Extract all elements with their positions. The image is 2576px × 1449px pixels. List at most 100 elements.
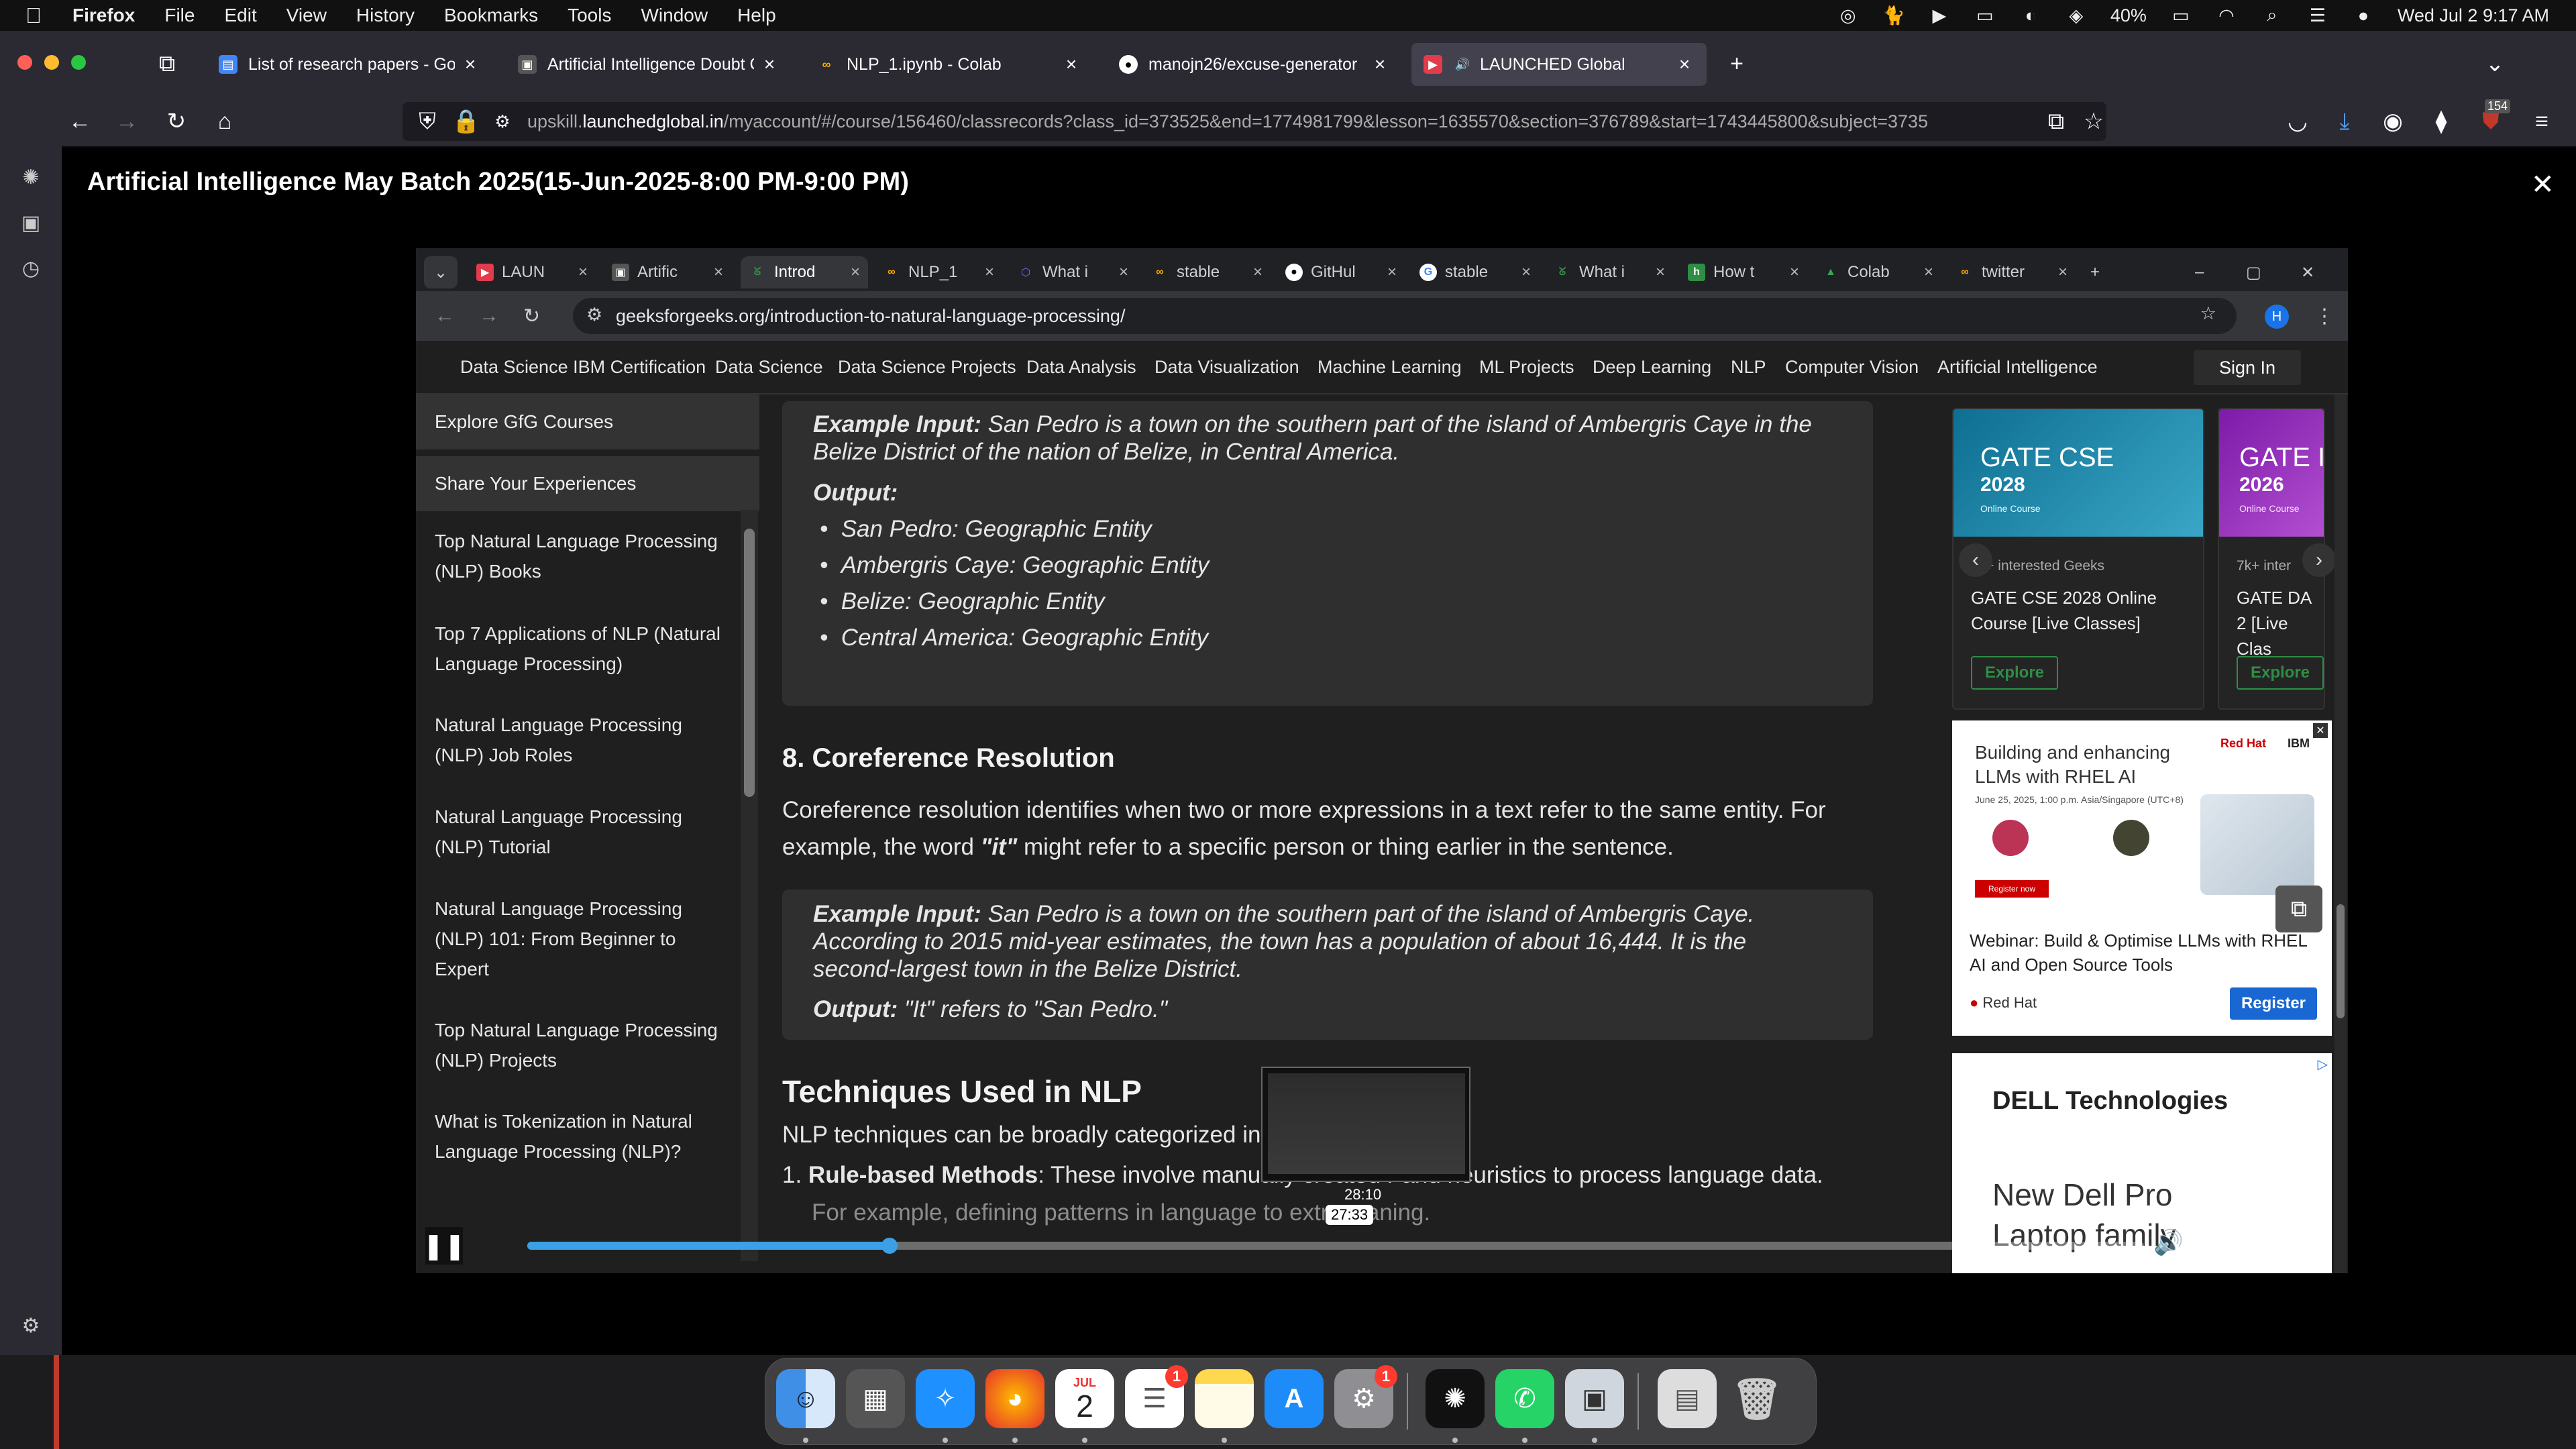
play-status-icon[interactable]: ▶ <box>1928 5 1951 25</box>
tab-close-icon[interactable]: × <box>985 263 994 282</box>
menu-nlp[interactable]: NLP <box>1731 357 1766 378</box>
tab-close-icon[interactable]: × <box>1387 263 1397 282</box>
sidebar-settings-icon[interactable]: ⚙ <box>16 1311 46 1340</box>
app-menu-icon[interactable]: ≡ <box>2525 105 2559 138</box>
chrome-tab[interactable]: ● GitHul × <box>1277 256 1405 288</box>
lock-icon[interactable]: 🔒 <box>449 105 483 138</box>
chrome-profile-avatar[interactable]: H <box>2265 305 2289 329</box>
control-center-icon[interactable]: ☰ <box>2306 5 2329 25</box>
tab-overview-icon[interactable]: ⧉ <box>150 47 184 80</box>
tab-close-icon[interactable]: × <box>714 263 723 282</box>
menu-help[interactable]: Help <box>737 5 776 26</box>
preview-icon[interactable]: ▣ <box>1565 1369 1624 1428</box>
chrome-tab[interactable]: h How t × <box>1680 256 1807 288</box>
pip-icon[interactable]: ⧉ <box>2275 885 2322 932</box>
chrome-minimize-icon[interactable]: – <box>2187 256 2220 288</box>
sidebar-link[interactable]: Top Natural Language Processing (NLP) Pr… <box>435 1015 730 1075</box>
page-scroll-thumb[interactable] <box>2337 904 2345 1018</box>
permissions-icon[interactable]: ⚙ <box>486 105 519 138</box>
tab-close-icon[interactable]: × <box>1253 263 1263 282</box>
synced-tabs-icon[interactable]: ▣ <box>16 208 46 237</box>
notes-icon[interactable] <box>1195 1369 1254 1428</box>
fullscreen-icon[interactable]: ⛶ <box>2308 1227 2326 1256</box>
card-title[interactable]: GATE DA 2 [Live Clas <box>2237 585 2324 661</box>
redhat-ad[interactable]: ✕ Building and enhancing LLMs with RHEL … <box>1952 720 2332 1036</box>
extensions-icon[interactable]: ⧫ <box>2424 105 2458 138</box>
tab-close-icon[interactable]: × <box>460 54 480 75</box>
downloads-icon[interactable]: ⤓ <box>2328 105 2361 138</box>
menu-data-science[interactable]: Data Science <box>715 357 823 378</box>
firefox-tab-active[interactable]: ▶ 🔊 LAUNCHED Global × <box>1411 43 1707 86</box>
chrome-menu-icon[interactable]: ⋮ <box>2314 305 2334 328</box>
chrome-tab[interactable]: ▲ Colab × <box>1814 256 1941 288</box>
bookmark-star-icon[interactable]: ☆ <box>2077 105 2110 138</box>
back-button[interactable]: ← <box>63 105 97 138</box>
menu-window[interactable]: Window <box>641 5 708 26</box>
menu-file[interactable]: File <box>164 5 195 26</box>
account-icon[interactable]: ◉ <box>2376 105 2410 138</box>
tab-close-icon[interactable]: × <box>2058 263 2068 282</box>
chrome-tab[interactable]: ∞ stable × <box>1143 256 1271 288</box>
share-experiences-button[interactable]: Share Your Experiences <box>416 456 759 511</box>
page-scrollbar[interactable] <box>2334 394 2347 1273</box>
tab-close-icon[interactable]: × <box>759 54 780 75</box>
reminders-icon[interactable]: ☰ 1 <box>1125 1365 1188 1428</box>
close-player-button[interactable]: ✕ <box>2531 168 2555 201</box>
window-minimize-button[interactable] <box>44 55 59 70</box>
menu-ai[interactable]: Artificial Intelligence <box>1937 357 2098 378</box>
sidebar-link[interactable]: What is Tokenization in Natural Language… <box>435 1106 730 1167</box>
firefox-tab[interactable]: ∞ NLP_1.ipynb - Colab × <box>805 43 1093 86</box>
transcript-icon[interactable]: ☷ <box>2231 1228 2251 1255</box>
chrome-new-tab-icon[interactable]: + <box>2082 256 2116 288</box>
adchoices-icon[interactable]: ▷ <box>2318 1056 2328 1073</box>
whatsapp-icon[interactable]: ✆ <box>1495 1369 1554 1428</box>
site-info-icon[interactable]: ⚙ <box>586 305 602 325</box>
sidebar-link[interactable]: Natural Language Processing (NLP) Tutori… <box>435 802 730 862</box>
cat-status-icon[interactable]: 🐈 <box>1882 5 1905 25</box>
chrome-tab[interactable]: Gstable × <box>1411 256 1539 288</box>
volume-icon[interactable]: 🔊 <box>2153 1228 2184 1256</box>
home-button[interactable]: ⌂ <box>208 105 241 138</box>
redhat-title[interactable]: Webinar: Build & Optimise LLMs with RHEL… <box>1970 928 2318 977</box>
pocket-icon[interactable]: ◡ <box>2281 105 2314 138</box>
chrome-tab[interactable]: ᘜ What i × <box>1546 256 1673 288</box>
firefox-tab[interactable]: ▤ List of research papers - Googl × <box>207 43 492 86</box>
downloads-stack-icon[interactable]: ▤ <box>1658 1369 1717 1428</box>
chrome-url-bar[interactable]: ⚙ geeksforgeeks.org/introduction-to-natu… <box>573 298 2237 334</box>
tab-close-icon[interactable]: × <box>1674 54 1695 75</box>
chrome-maximize-icon[interactable]: ▢ <box>2238 256 2271 288</box>
explore-button[interactable]: Explore <box>2237 656 2324 690</box>
register-button[interactable]: Register <box>2230 987 2317 1020</box>
menu-app-name[interactable]: Firefox <box>72 5 135 26</box>
chatgpt-status-icon[interactable]: ◎ <box>1837 5 1860 25</box>
chrome-reload-icon[interactable]: ↻ <box>523 305 540 328</box>
tab-close-icon[interactable]: × <box>578 263 588 282</box>
battery-icon[interactable]: ▭ <box>2169 5 2192 25</box>
tracking-shield-icon[interactable]: ⛨ <box>411 105 444 138</box>
menu-edit[interactable]: Edit <box>224 5 256 26</box>
chrome-back-icon[interactable]: ← <box>435 305 455 327</box>
carousel-next-icon[interactable]: › <box>2302 543 2336 577</box>
layers-status-icon[interactable]: ◈ <box>2065 5 2088 25</box>
firefox-tab[interactable]: ▣ Artificial Intelligence Doubt Cle × <box>506 43 792 86</box>
menu-bookmarks[interactable]: Bookmarks <box>444 5 538 26</box>
chrome-tab-list-button[interactable]: ⌄ <box>424 256 458 288</box>
chatgpt-icon[interactable]: ✺ <box>1426 1369 1485 1428</box>
chrome-tab[interactable]: ∞ NLP_1 × <box>875 256 1002 288</box>
speaker-icon[interactable]: 🔊 <box>1453 55 1472 74</box>
explore-courses-button[interactable]: Explore GfG Courses <box>416 394 759 449</box>
menu-view[interactable]: View <box>286 5 327 26</box>
spotlight-search-icon[interactable]: ⌕ <box>2261 5 2284 25</box>
pause-button[interactable]: ❚❚ <box>423 1227 466 1265</box>
safari-icon[interactable]: ✧ <box>916 1369 975 1428</box>
calendar-icon[interactable]: JUL 2 <box>1055 1369 1114 1428</box>
chrome-tab[interactable]: ▣ Artific × <box>604 256 731 288</box>
window-zoom-button[interactable] <box>71 55 86 70</box>
captions-icon[interactable]: ㏄ <box>2194 1230 2214 1259</box>
sidebar-scroll-thumb[interactable] <box>744 529 755 797</box>
list-all-tabs-icon[interactable]: ⌄ <box>2478 47 2512 80</box>
wifi-icon[interactable]: ◠ <box>2215 5 2238 25</box>
menu-ds-projects[interactable]: Data Science Projects <box>838 357 1016 378</box>
chrome-tab[interactable]: ▶ LAUN × <box>468 256 596 288</box>
chrome-tab[interactable]: ∞ twitter × <box>1948 256 2076 288</box>
